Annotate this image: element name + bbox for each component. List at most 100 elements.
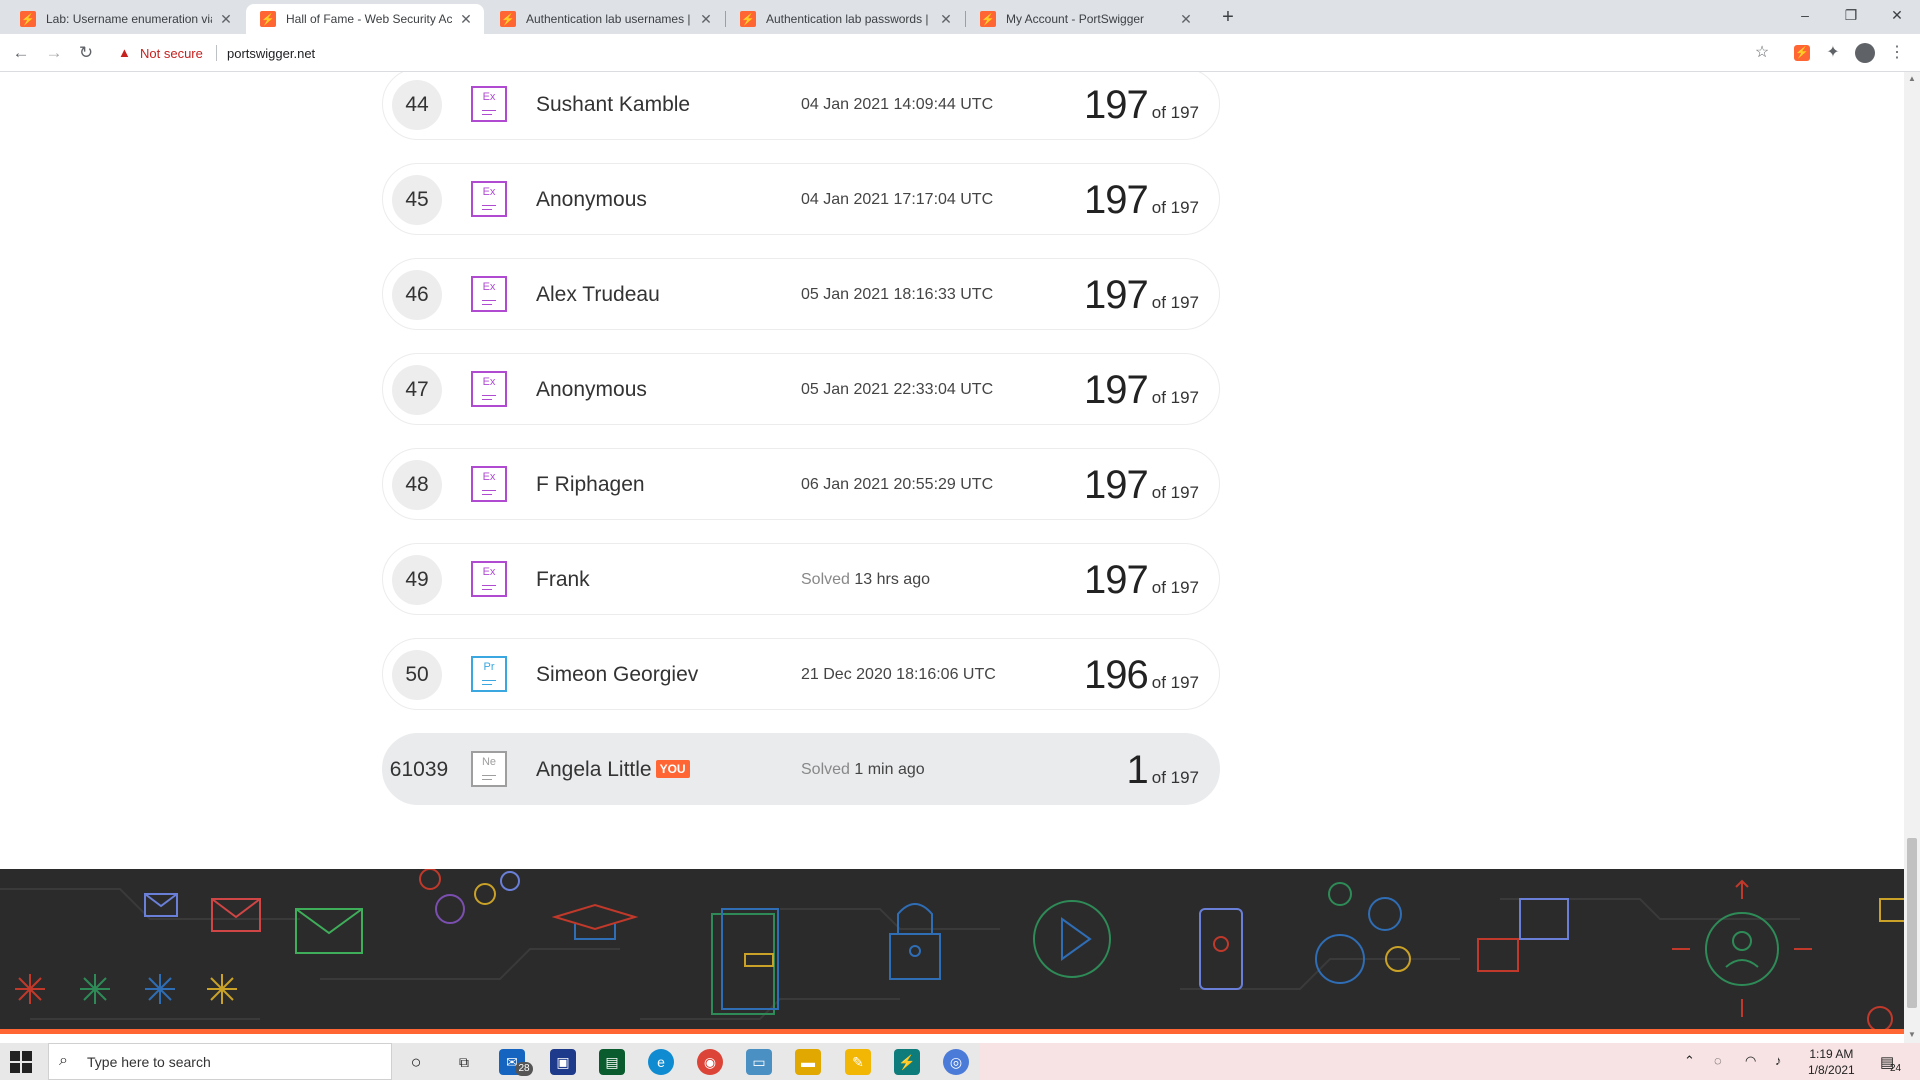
reload-icon[interactable]: ↻ (75, 42, 97, 64)
completion-date: Solved 13 hrs ago (801, 571, 930, 589)
not-secure-label[interactable]: Not secure (140, 46, 203, 61)
rank-number: 45 (392, 175, 442, 225)
expert-level-badge-icon: Ex (471, 181, 507, 217)
extensions-puzzle-icon[interactable]: ✦ (1823, 43, 1843, 63)
edge-browser-icon[interactable]: e (648, 1049, 674, 1075)
file-explorer-folder-icon[interactable]: ▬ (795, 1049, 821, 1075)
scrollbar-thumb[interactable] (1907, 838, 1917, 1008)
teams-app-icon[interactable]: ▣ (550, 1049, 576, 1075)
you-badge: YOU (655, 760, 690, 778)
restore-icon[interactable]: ❐ (1828, 0, 1874, 30)
burp-suite-icon[interactable]: ⚡ (894, 1049, 920, 1075)
url-text[interactable]: portswigger.net (227, 46, 315, 61)
rank-number: 50 (392, 650, 442, 700)
address-bar[interactable]: ▲ Not secure portswigger.net (110, 38, 1770, 68)
warning-triangle-icon[interactable]: ▲ (118, 45, 131, 60)
minimize-icon[interactable]: – (1782, 0, 1828, 30)
rank-number: 47 (392, 365, 442, 415)
scroll-up-arrow-icon[interactable]: ▲ (1908, 74, 1916, 83)
close-tab-icon[interactable]: ✕ (218, 11, 234, 28)
chrome-alt-browser-icon[interactable]: ◎ (943, 1049, 969, 1075)
remote-desktop-icon[interactable]: ▭ (746, 1049, 772, 1075)
sticky-app-icon[interactable]: ✎ (845, 1049, 871, 1075)
cortana-circle-icon[interactable]: ○ (403, 1049, 429, 1075)
rank-number: 46 (392, 270, 442, 320)
relative-time: 13 hrs ago (854, 571, 930, 588)
user-name: F Riphagen (536, 473, 645, 496)
task-view-icon[interactable]: ⧉ (451, 1049, 477, 1075)
menu-kebab-icon[interactable]: ⋮ (1887, 43, 1907, 63)
badge-abbreviation: Ne (481, 756, 497, 768)
page-scrollbar[interactable]: ▲ ▼ (1904, 72, 1920, 1043)
forward-arrow-icon[interactable]: → (43, 42, 65, 64)
portswigger-extension-icon[interactable]: ⚡ (1794, 45, 1810, 61)
tab-hall-of-fame[interactable]: ⚡ Hall of Fame - Web Security Aca ✕ (246, 4, 484, 34)
close-tab-icon[interactable]: ✕ (938, 11, 954, 28)
page-viewport: 44 Ex Sushant Kamble 04 Jan 2021 14:09:4… (0, 72, 1904, 1043)
terminal-app-icon[interactable]: ▤ (599, 1049, 625, 1075)
solved-count: 197 (1083, 368, 1149, 412)
show-hidden-icons-chevron-icon[interactable]: ⌃ (1684, 1053, 1695, 1069)
user-name: Anonymous (536, 378, 647, 401)
labs-solved-score: 197 of 197 (1084, 273, 1199, 318)
completion-date: 06 Jan 2021 20:55:29 UTC (801, 476, 994, 493)
solved-prefix: Solved (801, 571, 850, 588)
badge-abbreviation: Ex (482, 91, 496, 103)
bookmark-star-icon[interactable]: ☆ (1752, 43, 1772, 63)
badge-abbreviation: Ex (482, 471, 496, 483)
browser-toolbar: ← → ↻ ▲ Not secure portswigger.net ☆ ⚡ ✦… (0, 34, 1920, 72)
onedrive-icon[interactable]: ◌ (1714, 1053, 1722, 1068)
labs-solved-score: 1 of 197 (1126, 748, 1199, 793)
back-arrow-icon[interactable]: ← (10, 42, 32, 64)
portswigger-favicon-icon: ⚡ (740, 11, 756, 27)
chrome-browser-icon[interactable]: ◉ (697, 1049, 723, 1075)
leaderboard-row: 44 Ex Sushant Kamble 04 Jan 2021 14:09:4… (382, 72, 1220, 140)
tab-lab-username-enumeration[interactable]: ⚡ Lab: Username enumeration via d ✕ (6, 4, 244, 34)
solved-count: 196 (1083, 653, 1149, 697)
tab-title: Authentication lab passwords | W (766, 12, 932, 26)
badge-abbreviation: Ex (482, 186, 496, 198)
expert-level-badge-icon: Ex (471, 276, 507, 312)
tab-auth-lab-passwords[interactable]: ⚡ Authentication lab passwords | W ✕ (726, 4, 964, 34)
tab-my-account[interactable]: ⚡ My Account - PortSwigger ✕ (966, 4, 1204, 34)
clock-date: 1/8/2021 (1808, 1063, 1855, 1077)
relative-time: 1 min ago (854, 761, 925, 778)
windows-start-icon[interactable] (10, 1051, 32, 1073)
close-window-icon[interactable]: ✕ (1874, 0, 1920, 30)
expert-level-badge-icon: Ex (471, 86, 507, 122)
search-placeholder[interactable]: Type here to search (87, 1054, 211, 1070)
total-labs: of 197 (1151, 198, 1199, 217)
profile-avatar-icon[interactable] (1855, 43, 1875, 63)
user-name: Simeon Georgiev (536, 663, 699, 686)
total-labs: of 197 (1151, 293, 1199, 312)
close-tab-icon[interactable]: ✕ (698, 11, 714, 28)
taskbar-clock[interactable]: 1:19 AM 1/8/2021 (1808, 1046, 1855, 1078)
portswigger-favicon-icon: ⚡ (20, 11, 36, 27)
practitioner-level-badge-icon: Pr (471, 656, 507, 692)
newcomer-level-badge-icon: Ne (471, 751, 507, 787)
footer-illustration-banner (0, 869, 1904, 1034)
close-tab-icon[interactable]: ✕ (1178, 11, 1194, 28)
expert-level-badge-icon: Ex (471, 466, 507, 502)
user-name: Sushant Kamble (536, 93, 691, 116)
rank-number: 44 (392, 80, 442, 130)
close-tab-icon[interactable]: ✕ (458, 11, 474, 28)
volume-speaker-icon[interactable]: ♪ (1775, 1053, 1782, 1068)
tab-title: Authentication lab usernames | W (526, 12, 692, 26)
total-labs: of 197 (1151, 578, 1199, 597)
labs-solved-score: 197 of 197 (1084, 178, 1199, 223)
tab-auth-lab-usernames[interactable]: ⚡ Authentication lab usernames | W ✕ (486, 4, 724, 34)
tab-title: Lab: Username enumeration via d (46, 12, 212, 26)
scroll-down-arrow-icon[interactable]: ▼ (1908, 1030, 1916, 1039)
taskbar-search-box[interactable]: ⌕ Type here to search (48, 1043, 392, 1080)
tab-title: Hall of Fame - Web Security Aca (286, 12, 452, 26)
network-wifi-icon[interactable]: ◠ (1745, 1053, 1756, 1069)
tab-strip: ⚡ Lab: Username enumeration via d ✕ ⚡ Ha… (0, 0, 1920, 34)
badge-abbreviation: Ex (482, 281, 496, 293)
current-user-row: 61039 Ne Angela Little YOU Solved 1 min a… (382, 733, 1220, 805)
leaderboard-row: 50 Pr Simeon Georgiev 21 Dec 2020 18:16:… (382, 638, 1220, 710)
user-name: Frank (536, 568, 590, 591)
new-tab-plus-icon[interactable]: + (1216, 6, 1240, 30)
total-labs: of 197 (1151, 103, 1199, 122)
badge-abbreviation: Pr (483, 661, 495, 673)
